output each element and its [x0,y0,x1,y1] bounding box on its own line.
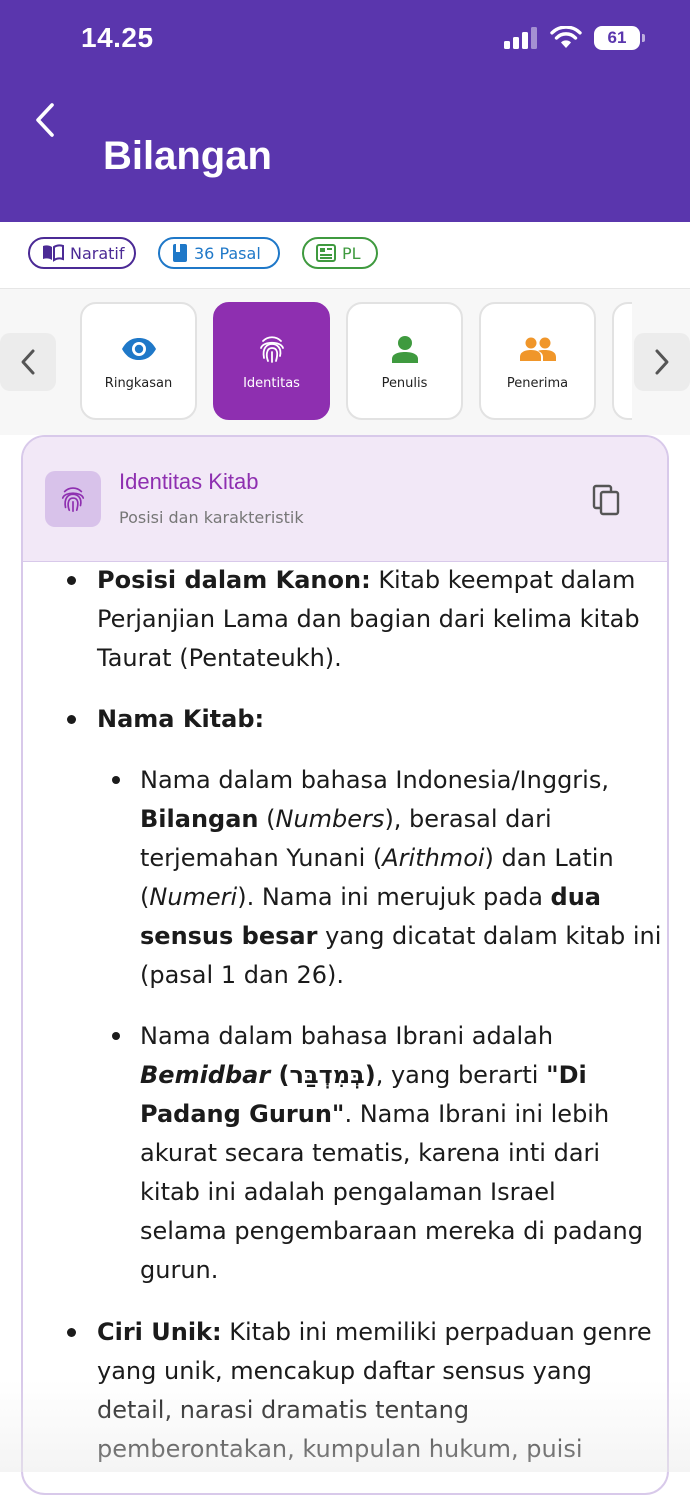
tab-penulis[interactable]: Penulis [346,302,463,420]
kanon-line-1: Posisi dalam Kanon: Kitab keempat dalam [97,561,635,600]
tab-penerima[interactable]: Penerima [479,302,596,420]
ciri-line-3: detail, narasi dramatis tentang [97,1396,470,1424]
t: yang dicatat dalam kitab ini [317,922,662,950]
chip-genre: Naratif [28,237,136,269]
t: ( [140,883,150,911]
sub1-bold: Bilangan [140,805,259,833]
person-icon [391,336,418,363]
tab-ringkasan[interactable]: Ringkasan [80,302,197,420]
tab-strip: Ringkasan Identitas Penulis Penerima [80,302,632,422]
sub2-line-3: Padang Gurun". Nama Ibrani ini lebih [140,1095,609,1134]
t: ). Nama ini merujuk pada [237,883,551,911]
card-header: Identitas Kitab Posisi dan karakteristik [23,437,667,562]
app-header: 14.25 61 Bilangan [0,0,690,222]
battery-icon: 61 [594,26,645,50]
signal-icon [504,27,537,49]
sub2-line-1: Nama dalam bahasa Ibrani adalah [140,1022,554,1050]
status-time: 14.25 [81,22,154,53]
bullet [67,1328,76,1337]
nama-heading-text: Nama Kitab: [97,705,265,733]
sub-bullet [112,776,120,784]
ciri-line-1: Ciri Unik: Kitab ini memiliki perpaduan … [97,1313,652,1352]
book-icon [173,244,187,262]
wifi-icon [550,26,582,48]
tab-identitas-label: Identitas [243,376,300,391]
chevron-left-icon [21,349,35,375]
fingerprint-icon [61,487,85,512]
scroll-left-button[interactable] [0,333,56,391]
t: Bemidbar [140,1061,271,1089]
card-icon [45,471,101,527]
sub2-line-7: gurun. [140,1256,219,1284]
book-open-icon [43,244,64,262]
sub1-line-6: (pasal 1 dan 26). [140,961,345,989]
t: Padang Gurun" [140,1100,345,1128]
status-icons: 61 [504,26,645,50]
identity-card: Identitas Kitab Posisi dan karakteristik… [21,435,669,1495]
back-button[interactable] [28,100,64,140]
t: Numeri [149,883,238,911]
t: ) dan Latin [484,844,614,872]
sub2-line-5: kitab ini adalah pengalaman Israel [140,1178,556,1206]
sub1-line-3: terjemahan Yunani (Arithmoi) dan Latin [140,839,614,878]
t: dua [550,883,601,911]
kanon-line-2: Perjanjian Lama dan bagian dari kelima k… [97,605,640,633]
card-subtitle: Posisi dan karakteristik [119,508,304,527]
bullet [67,576,76,585]
card-title: Identitas Kitab [119,469,259,494]
tab-next-partial[interactable] [612,302,632,420]
copy-button[interactable] [591,483,621,517]
t: , yang berarti [375,1061,547,1089]
t: Arithmoi [382,844,485,872]
chip-bar: Naratif 36 Pasal PL [0,222,690,289]
t: (בְּמִדְבַּר) [270,1061,376,1089]
sub1-line-4: (Numeri). Nama ini merujuk pada dua [140,878,601,917]
sub1-line-2: Bilangan (Numbers), berasal dari [140,800,552,839]
chevron-right-icon [655,349,669,375]
ciri-heading: Ciri Unik: [97,1318,222,1346]
page-title: Bilangan [103,134,272,178]
t: terjemahan Yunani ( [140,844,383,872]
t: sensus besar [140,922,318,950]
t: ), berasal dari [384,805,552,833]
scroll-right-button[interactable] [634,333,690,391]
newspaper-icon [316,244,336,262]
sub-bullet [112,1032,120,1040]
tab-penulis-label: Penulis [381,376,428,391]
sub2-line-6: selama pengembaraan mereka di padang [140,1217,643,1245]
sub1-line-5: sensus besar yang dicatat dalam kitab in… [140,917,661,956]
chip-testament: PL [302,237,378,269]
t: Numbers [275,805,385,833]
t: . Nama Ibrani ini lebih [344,1100,610,1128]
sub1-line-1: Nama dalam bahasa Indonesia/Inggris, [140,766,609,794]
ciri-line-4: pemberontakan, kumpulan hukum, puisi [97,1435,583,1463]
sub2-line-2: Bemidbar (בְּמִדְבַּר), yang berarti "Di [140,1056,587,1095]
chip-genre-label: Naratif [70,243,125,263]
nama-heading: Nama Kitab: [97,700,264,739]
tab-carousel: Ringkasan Identitas Penulis Penerima [0,289,690,435]
tab-ringkasan-label: Ringkasan [104,376,173,391]
fingerprint-icon [259,336,284,363]
kanon-line-3: Taurat (Pentateukh). [97,644,342,672]
chip-chapters-label: 36 Pasal [194,243,261,263]
ciri-line-2: yang unik, mencakup daftar sensus yang [97,1357,592,1385]
t: Kitab ini memiliki perpaduan genre [221,1318,652,1346]
tab-penerima-label: Penerima [506,376,569,391]
battery-level: 61 [607,28,627,47]
people-icon [519,337,556,361]
kanon-text: Kitab keempat dalam [378,566,636,594]
t: ( [266,805,276,833]
chip-testament-label: PL [342,243,361,263]
t: "Di [546,1061,587,1089]
tab-identitas[interactable]: Identitas [213,302,330,420]
kanon-heading: Posisi dalam Kanon: [97,566,371,594]
chip-chapters: 36 Pasal [158,237,280,269]
bullet [67,715,76,724]
sub2-line-4: akurat secara tematis, karena inti dari [140,1139,601,1167]
eye-icon [121,338,156,360]
